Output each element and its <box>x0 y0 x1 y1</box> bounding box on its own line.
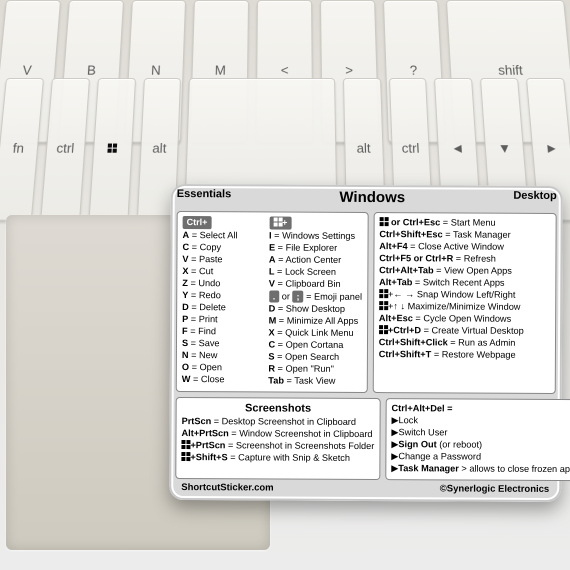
shortcut-row: X = Quick Link Menu <box>269 327 362 339</box>
shortcut-row: . or ; = Emoji panel <box>269 290 362 303</box>
shortcut-row: or Ctrl+Esc = Start Menu <box>379 217 550 229</box>
shortcut-row: D = Delete <box>182 302 263 314</box>
windows-icon <box>273 218 282 227</box>
windows-icon <box>379 217 388 226</box>
footer-left: ShortcutSticker.com <box>181 482 273 494</box>
shortcut-row: Alt+PrtScn = Window Screenshot in Clipbo… <box>181 428 374 441</box>
shortcut-row: C = Copy <box>182 242 263 254</box>
essentials-col2: + I = Windows SettingsE = File ExplorerA… <box>268 216 362 388</box>
essentials-label: Essentials <box>177 188 232 209</box>
sticker-footer: ShortcutSticker.com ©Synerlogic Electron… <box>175 479 555 496</box>
essentials-col1: Ctrl+ A = Select AllC = CopyV = PasteX =… <box>182 216 263 388</box>
ctrl-header: Ctrl+ <box>183 216 212 229</box>
shortcut-row: +Ctrl+D = Create Virtual Desktop <box>379 325 550 337</box>
win-header: + <box>269 217 291 230</box>
desktop-panel: or Ctrl+Esc = Start MenuCtrl+Shift+Esc =… <box>373 212 557 394</box>
shortcut-row: X = Cut <box>182 266 263 278</box>
shortcut-row: PrtScn = Desktop Screenshot in Clipboard <box>182 416 375 429</box>
shortcut-row: F = Find <box>182 326 263 338</box>
shortcut-row: E = File Explorer <box>269 242 362 254</box>
shortcut-row: Alt+Esc = Cycle Open Windows <box>379 313 550 325</box>
shortcut-row: +PrtScn = Screenshot in Screenshots Fold… <box>181 440 374 453</box>
shortcut-row: M = Minimize All Apps <box>269 315 362 327</box>
screenshots-panel: Screenshots PrtScn = Desktop Screenshot … <box>175 397 380 480</box>
shortcut-row: C = Open Cortana <box>268 339 361 351</box>
shortcut-row: O = Open <box>182 362 263 374</box>
windows-icon <box>181 452 190 461</box>
windows-icon <box>379 301 388 310</box>
shortcut-sticker: Essentials Windows Desktop Ctrl+ A = Sel… <box>169 184 563 502</box>
shortcut-row: R = Open "Run" <box>268 363 361 375</box>
shortcut-row: +↑ ↓ Maximize/Minimize Window <box>379 301 550 313</box>
shortcut-row: A = Select All <box>183 230 264 242</box>
windows-icon <box>181 440 190 449</box>
cad-row: ▶Sign Out (or reboot) <box>391 439 570 451</box>
shortcut-row: +← → Snap Window Left/Right <box>379 289 550 301</box>
shortcut-row: L = Lock Screen <box>269 266 362 278</box>
windows-icon <box>379 289 388 298</box>
screenshots-label: Screenshots <box>182 402 375 417</box>
shortcut-row: P = Print <box>182 314 263 326</box>
shortcut-row: Ctrl+F5 or Ctrl+R = Refresh <box>379 253 550 265</box>
shortcut-row: N = New <box>182 350 263 362</box>
shortcut-row: S = Save <box>182 338 263 350</box>
essentials-panel: Ctrl+ A = Select AllC = CopyV = PasteX =… <box>176 211 369 393</box>
desktop-label: Desktop <box>513 190 557 211</box>
shortcut-row: Ctrl+Shift+Esc = Task Manager <box>379 229 550 241</box>
shortcut-row: Ctrl+Alt+Tab = View Open Apps <box>379 265 550 277</box>
ctrl-alt-del-panel: Ctrl+Alt+Del = ▶Lock▶Switch User▶Sign Ou… <box>385 398 570 481</box>
shortcut-row: Ctrl+Shift+T = Restore Webpage <box>379 349 550 361</box>
shortcut-row: Ctrl+Shift+Click = Run as Admin <box>379 337 550 349</box>
cad-row: ▶Switch User <box>391 427 570 439</box>
shortcut-row: V = Paste <box>182 254 263 266</box>
windows-key-icon <box>108 143 118 152</box>
shortcut-row: +Shift+S = Capture with Snip & Sketch <box>181 452 374 465</box>
windows-icon <box>379 325 388 334</box>
cad-row: ▶Lock <box>391 415 570 427</box>
shortcut-row: D = Show Desktop <box>269 303 362 315</box>
shortcut-row: I = Windows Settings <box>269 230 362 242</box>
footer-right: ©Synerlogic Electronics <box>440 483 549 495</box>
cad-row: ▶Task Manager > allows to close frozen a… <box>391 463 570 475</box>
shortcut-row: S = Open Search <box>268 351 361 363</box>
shortcut-row: W = Close <box>182 374 263 386</box>
cad-header: Ctrl+Alt+Del = <box>391 403 570 415</box>
shortcut-row: Alt+Tab = Switch Recent Apps <box>379 277 550 289</box>
header-row: Essentials Windows Desktop <box>177 188 557 211</box>
shortcut-row: Z = Undo <box>182 278 263 290</box>
shortcut-row: V = Clipboard Bin <box>269 278 362 290</box>
shortcut-row: A = Action Center <box>269 254 362 266</box>
cad-row: ▶Change a Password <box>391 451 570 463</box>
shortcut-row: Y = Redo <box>182 290 263 302</box>
shortcut-row: Tab = Task View <box>268 375 361 387</box>
sticker-title: Windows <box>339 189 405 208</box>
shortcut-row: Alt+F4 = Close Active Window <box>379 241 550 253</box>
